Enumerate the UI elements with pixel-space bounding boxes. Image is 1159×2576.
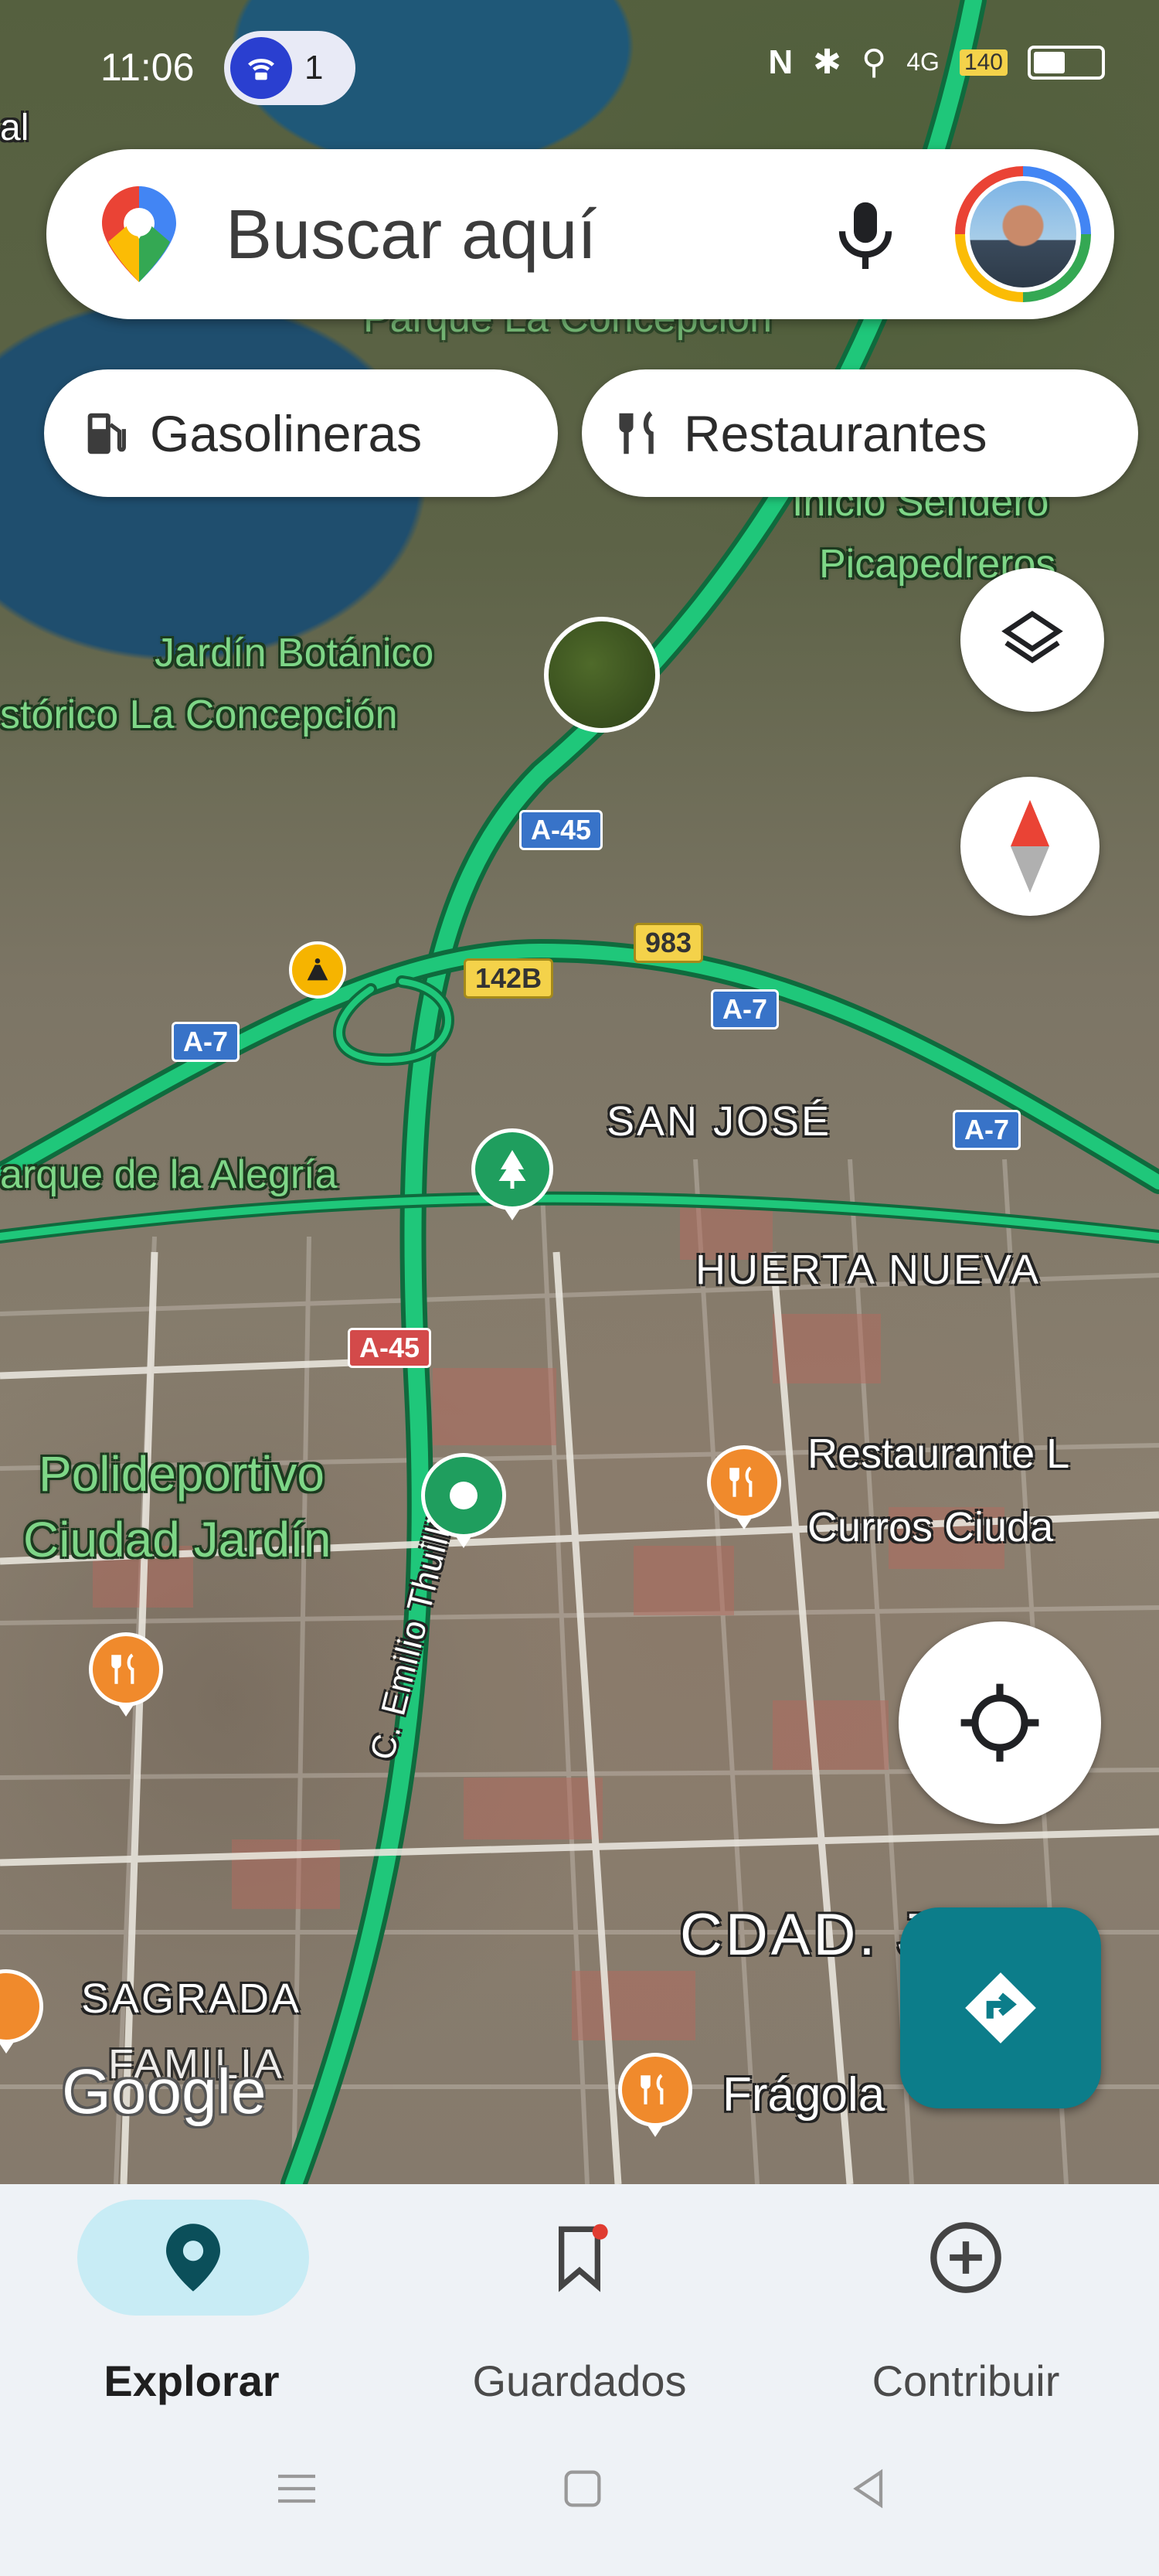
my-location-button[interactable]: [899, 1621, 1101, 1824]
road-shield-983: 983: [634, 923, 704, 963]
chip-gas-stations[interactable]: Gasolineras: [44, 369, 558, 497]
status-time: 11:06: [100, 46, 195, 89]
restaurant-poi-marker[interactable]: [618, 2053, 692, 2137]
directions-icon: [965, 1972, 1036, 2043]
location-icon: ⚲: [862, 43, 887, 81]
map-label-ciudad-jardin[interactable]: Ciudad Jardín: [23, 1511, 331, 1568]
restaurant-poi-marker[interactable]: [89, 1632, 163, 1717]
speed-badge: 140: [959, 49, 1008, 76]
restaurant-icon: [613, 407, 667, 461]
microphone-icon[interactable]: [831, 196, 900, 273]
nav-contribute-label: Contribuir: [872, 2357, 1060, 2405]
construction-icon[interactable]: [289, 941, 346, 999]
road-shield-a45-red: A-45: [348, 1328, 432, 1368]
chip-restaurants[interactable]: Restaurantes: [582, 369, 1138, 497]
add-circle-icon: [930, 2222, 1001, 2293]
google-maps-pin-icon: [102, 186, 176, 282]
back-icon[interactable]: [844, 2464, 893, 2513]
avatar-photo: [965, 176, 1081, 292]
status-icons: N ✱ ⚲ 4G 140: [768, 43, 1105, 82]
road-shield-a7: A-7: [953, 1110, 1021, 1150]
poi-label-curros[interactable]: Curros Ciuda: [807, 1503, 1053, 1551]
nav-contribute[interactable]: Contribuir: [773, 2184, 1159, 2416]
nav-saved-label: Guardados: [472, 2357, 687, 2405]
nfc-icon: N: [768, 43, 794, 81]
nav-explore-active-pill: [77, 2200, 309, 2316]
chip-restaurants-label: Restaurantes: [684, 404, 987, 462]
google-logo: Google: [62, 2057, 267, 2127]
bluetooth-icon: ✱: [813, 43, 842, 81]
compass-button[interactable]: [960, 777, 1100, 916]
search-bar[interactable]: Buscar aquí: [46, 149, 1114, 319]
nav-explore[interactable]: Explorar: [0, 2184, 386, 2416]
photo-poi-marker[interactable]: [544, 617, 660, 733]
home-icon[interactable]: [558, 2464, 607, 2513]
search-input[interactable]: Buscar aquí: [226, 196, 596, 275]
directions-button[interactable]: [900, 1907, 1101, 2108]
battery-icon: [1028, 45, 1105, 80]
account-avatar[interactable]: [955, 166, 1091, 302]
status-bar: 11:06 1 N ✱ ⚲ 4G 140: [0, 0, 1159, 131]
layers-icon: [1001, 611, 1063, 664]
hotspot-count: 1: [304, 49, 324, 87]
map-label-parque-de-la-alegria[interactable]: arque de la Alegría: [0, 1152, 338, 1198]
road-shield-a7: A-7: [172, 1022, 240, 1062]
road-shield-a7: A-7: [711, 989, 780, 1029]
compass-icon: [1011, 800, 1049, 893]
crosshair-icon: [960, 1683, 1039, 1762]
park-poi-marker[interactable]: [471, 1128, 553, 1220]
nav-saved-icon-wrap: [464, 2200, 695, 2316]
hotspot-indicator[interactable]: 1: [224, 31, 355, 105]
map-label-jardin-botanico[interactable]: Jardín Botánico: [155, 630, 433, 676]
poi-label-restaurante[interactable]: Restaurante L: [807, 1430, 1069, 1478]
map-label-historico-la-concepcion[interactable]: stórico La Concepción: [0, 692, 398, 738]
chip-gas-stations-label: Gasolineras: [150, 404, 423, 462]
road-shield-a45: A-45: [519, 810, 603, 850]
map-label-huerta-nueva: HUERTA NUEVA: [695, 1247, 1042, 1293]
map-label-polideportivo[interactable]: Polideportivo: [39, 1445, 325, 1502]
map-view[interactable]: Parque La Concepción Inicio Sendero Pica…: [0, 0, 1159, 2184]
nav-explore-label: Explorar: [104, 2357, 280, 2405]
restaurant-poi-marker[interactable]: [707, 1445, 781, 1530]
sports-poi-marker[interactable]: [421, 1453, 506, 1548]
nav-contribute-icon-wrap: [850, 2200, 1082, 2316]
hotspot-icon: [230, 37, 292, 99]
road-shield-142b: 142B: [464, 958, 554, 999]
gas-station-icon: [79, 407, 133, 461]
menu-icon[interactable]: [272, 2464, 321, 2513]
bookmark-icon: [559, 2224, 608, 2292]
signal-label: 4G: [906, 48, 940, 76]
layers-button[interactable]: [960, 568, 1104, 712]
location-pin-icon: [166, 2224, 220, 2292]
map-label-san-jose: SAN JOSÉ: [607, 1098, 832, 1145]
system-navigation-bar: [0, 2458, 1159, 2535]
poi-label-fragola[interactable]: Frágola: [722, 2067, 885, 2122]
map-label-sagrada: SAGRADA: [81, 1975, 302, 2022]
nav-saved[interactable]: Guardados: [386, 2184, 773, 2416]
